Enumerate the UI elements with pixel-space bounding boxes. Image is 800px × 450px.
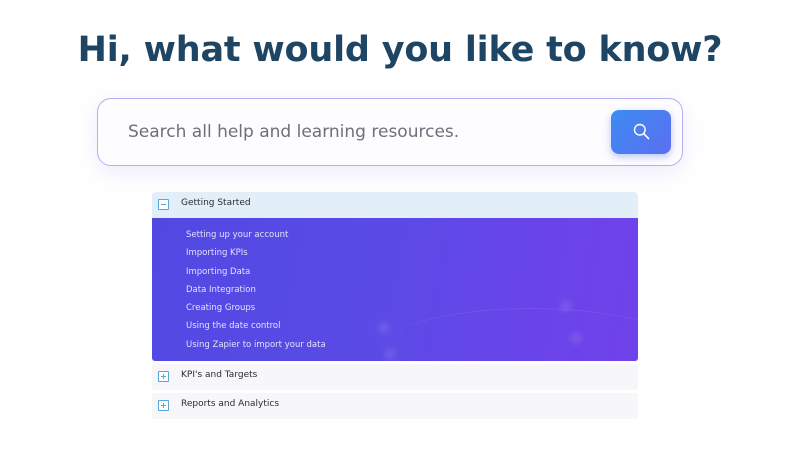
link-importing-data[interactable]: Importing Data	[186, 266, 326, 284]
link-data-integration[interactable]: Data Integration	[186, 284, 326, 302]
accordion-header-getting-started[interactable]: Getting Started	[152, 192, 638, 218]
search-button[interactable]	[611, 110, 671, 154]
search-box	[97, 98, 683, 166]
minus-square-icon[interactable]	[158, 199, 169, 210]
help-topics-accordion: Getting Started Setting up your account …	[152, 192, 638, 419]
plus-square-icon[interactable]	[158, 371, 169, 382]
search-input[interactable]	[128, 117, 598, 147]
link-date-control[interactable]: Using the date control	[186, 320, 326, 338]
help-center-page: Hi, what would you like to know? Getting…	[0, 0, 800, 450]
accordion-header-reports-and-analytics[interactable]: Reports and Analytics	[152, 393, 638, 419]
accordion-header-kpis-and-targets[interactable]: KPI's and Targets	[152, 364, 638, 390]
link-zapier-import[interactable]: Using Zapier to import your data	[186, 339, 326, 357]
accordion-title: Getting Started	[181, 198, 251, 208]
accordion-title: Reports and Analytics	[181, 399, 280, 409]
getting-started-link-list: Setting up your account Importing KPIs I…	[186, 229, 326, 357]
plus-square-icon[interactable]	[158, 400, 169, 411]
link-importing-kpis[interactable]: Importing KPIs	[186, 247, 326, 265]
accordion-panel-getting-started: Setting up your account Importing KPIs I…	[152, 218, 638, 361]
search-icon	[633, 123, 650, 140]
link-setting-up-account[interactable]: Setting up your account	[186, 229, 326, 247]
page-title: Hi, what would you like to know?	[77, 30, 723, 70]
link-creating-groups[interactable]: Creating Groups	[186, 302, 326, 320]
accordion-title: KPI's and Targets	[181, 370, 258, 380]
